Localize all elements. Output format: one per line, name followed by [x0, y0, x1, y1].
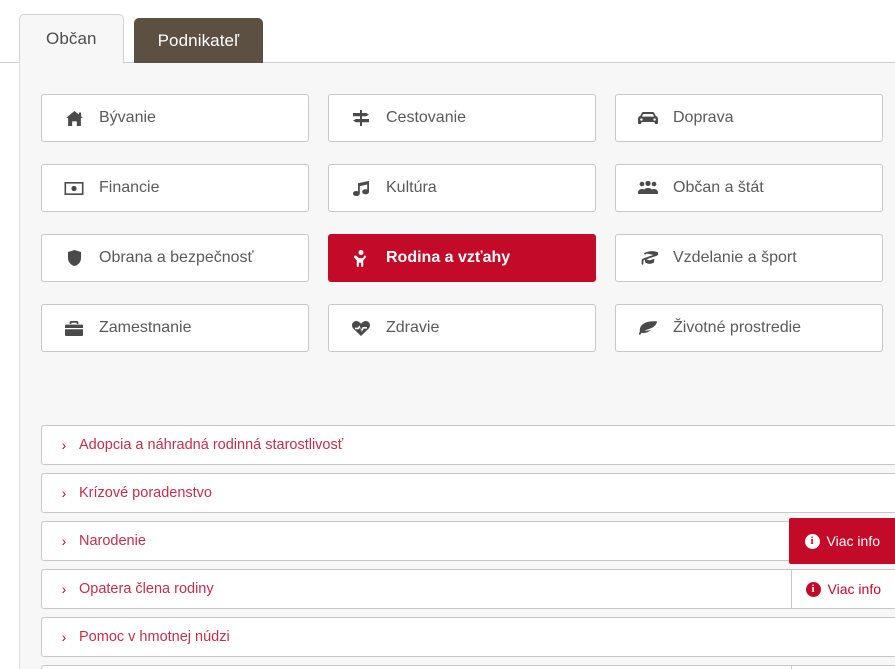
tab-obcan-label: Občan: [46, 29, 97, 48]
category-tile-obrana-a-bezpecnost[interactable]: Obrana a bezpečnosť: [41, 234, 309, 282]
category-label: Doprava: [673, 109, 734, 126]
category-label: Zamestnanie: [99, 319, 192, 336]
tab-list: Občan Podnikateľ: [19, 13, 264, 64]
graduation-cap-icon: [636, 251, 660, 265]
child-icon: [349, 249, 373, 267]
content-panel: Bývanie Cestovanie Doprava Financie Kult…: [19, 63, 895, 669]
category-label: Občan a štát: [673, 179, 764, 196]
category-tile-obcan-a-stat[interactable]: Občan a štát: [615, 164, 883, 212]
briefcase-icon: [62, 320, 86, 336]
info-circle-icon: i: [805, 581, 821, 597]
heartbeat-icon: [349, 320, 373, 336]
music-note-icon: [349, 180, 373, 196]
more-info-label: Viac info: [827, 581, 881, 597]
category-label: Kultúra: [386, 179, 437, 196]
tab-obcan[interactable]: Občan: [19, 14, 124, 64]
accordion-title: Adopcia a náhradná rodinná starostlivosť: [79, 436, 344, 453]
category-label: Cestovanie: [386, 109, 467, 126]
info-circle-icon: i: [804, 533, 820, 549]
tab-podnikatel-label: Podnikateľ: [157, 30, 240, 50]
accordion-row-adopcia[interactable]: › Adopcia a náhradná rodinná starostlivo…: [41, 425, 895, 465]
category-tile-kultura[interactable]: Kultúra: [328, 164, 596, 212]
more-info-label: Viac info: [826, 533, 880, 549]
category-label: Rodina a vzťahy: [386, 249, 511, 266]
more-info-button[interactable]: i Viac info: [790, 570, 895, 608]
life-situation-accordion: › Adopcia a náhradná rodinná starostlivo…: [41, 425, 895, 669]
category-tile-zdravie[interactable]: Zdravie: [328, 304, 596, 352]
accordion-row-narodenie[interactable]: › Narodenie i Viac info: [41, 518, 895, 564]
accordion-row-krizove-poradenstvo[interactable]: › Krízové poradenstvo: [41, 473, 895, 513]
chevron-right-icon: ›: [61, 485, 67, 501]
category-label: Vzdelanie a šport: [673, 249, 797, 266]
accordion-title: Opatera člena rodiny: [79, 580, 214, 597]
category-tile-byvanie[interactable]: Bývanie: [41, 94, 309, 142]
chevron-right-icon: ›: [61, 581, 67, 597]
accordion-title: Narodenie: [79, 532, 146, 549]
more-info-button[interactable]: i Viac info: [788, 518, 895, 564]
chevron-right-icon: ›: [61, 533, 67, 549]
chevron-right-icon: ›: [61, 629, 67, 645]
accordion-row-pomoc-v-hmotnej-nudzi[interactable]: › Pomoc v hmotnej núdzi: [41, 617, 895, 657]
home-icon: [62, 110, 86, 126]
category-tile-vzdelanie-a-sport[interactable]: Vzdelanie a šport: [615, 234, 883, 282]
category-label: Financie: [99, 179, 160, 196]
category-label: Bývanie: [99, 109, 156, 126]
tab-podnikatel[interactable]: Podnikateľ: [133, 18, 264, 63]
accordion-row-rodicovstvo[interactable]: › Rodičovstvo i Viac info: [41, 665, 895, 669]
shield-icon: [62, 250, 86, 266]
accordion-title: Pomoc v hmotnej núdzi: [79, 628, 230, 645]
car-icon: [636, 111, 660, 125]
category-tile-cestovanie[interactable]: Cestovanie: [328, 94, 596, 142]
category-label: Zdravie: [386, 319, 440, 336]
tab-bar: Občan Podnikateľ: [0, 0, 895, 64]
page-root: Občan Podnikateľ Bývanie Cestovanie Dopr…: [0, 0, 895, 669]
category-tile-grid: Bývanie Cestovanie Doprava Financie Kult…: [41, 94, 883, 352]
accordion-title: Krízové poradenstvo: [79, 484, 212, 501]
chevron-right-icon: ›: [61, 437, 67, 453]
category-tile-zamestnanie[interactable]: Zamestnanie: [41, 304, 309, 352]
category-tile-rodina-a-vztahy[interactable]: Rodina a vzťahy: [328, 234, 596, 282]
category-label: Obrana a bezpečnosť: [99, 249, 254, 266]
money-bill-icon: [64, 181, 84, 195]
accordion-row-opatera-clena-rodiny[interactable]: › Opatera člena rodiny i Viac info: [41, 569, 895, 609]
users-group-icon: [636, 181, 660, 195]
category-tile-doprava[interactable]: Doprava: [615, 94, 883, 142]
category-tile-financie[interactable]: Financie: [41, 164, 309, 212]
category-label: Životné prostredie: [673, 319, 802, 336]
signpost-icon: [349, 110, 373, 126]
leaf-icon: [636, 321, 660, 335]
category-tile-zivotne-prostredie[interactable]: Životné prostredie: [615, 304, 883, 352]
